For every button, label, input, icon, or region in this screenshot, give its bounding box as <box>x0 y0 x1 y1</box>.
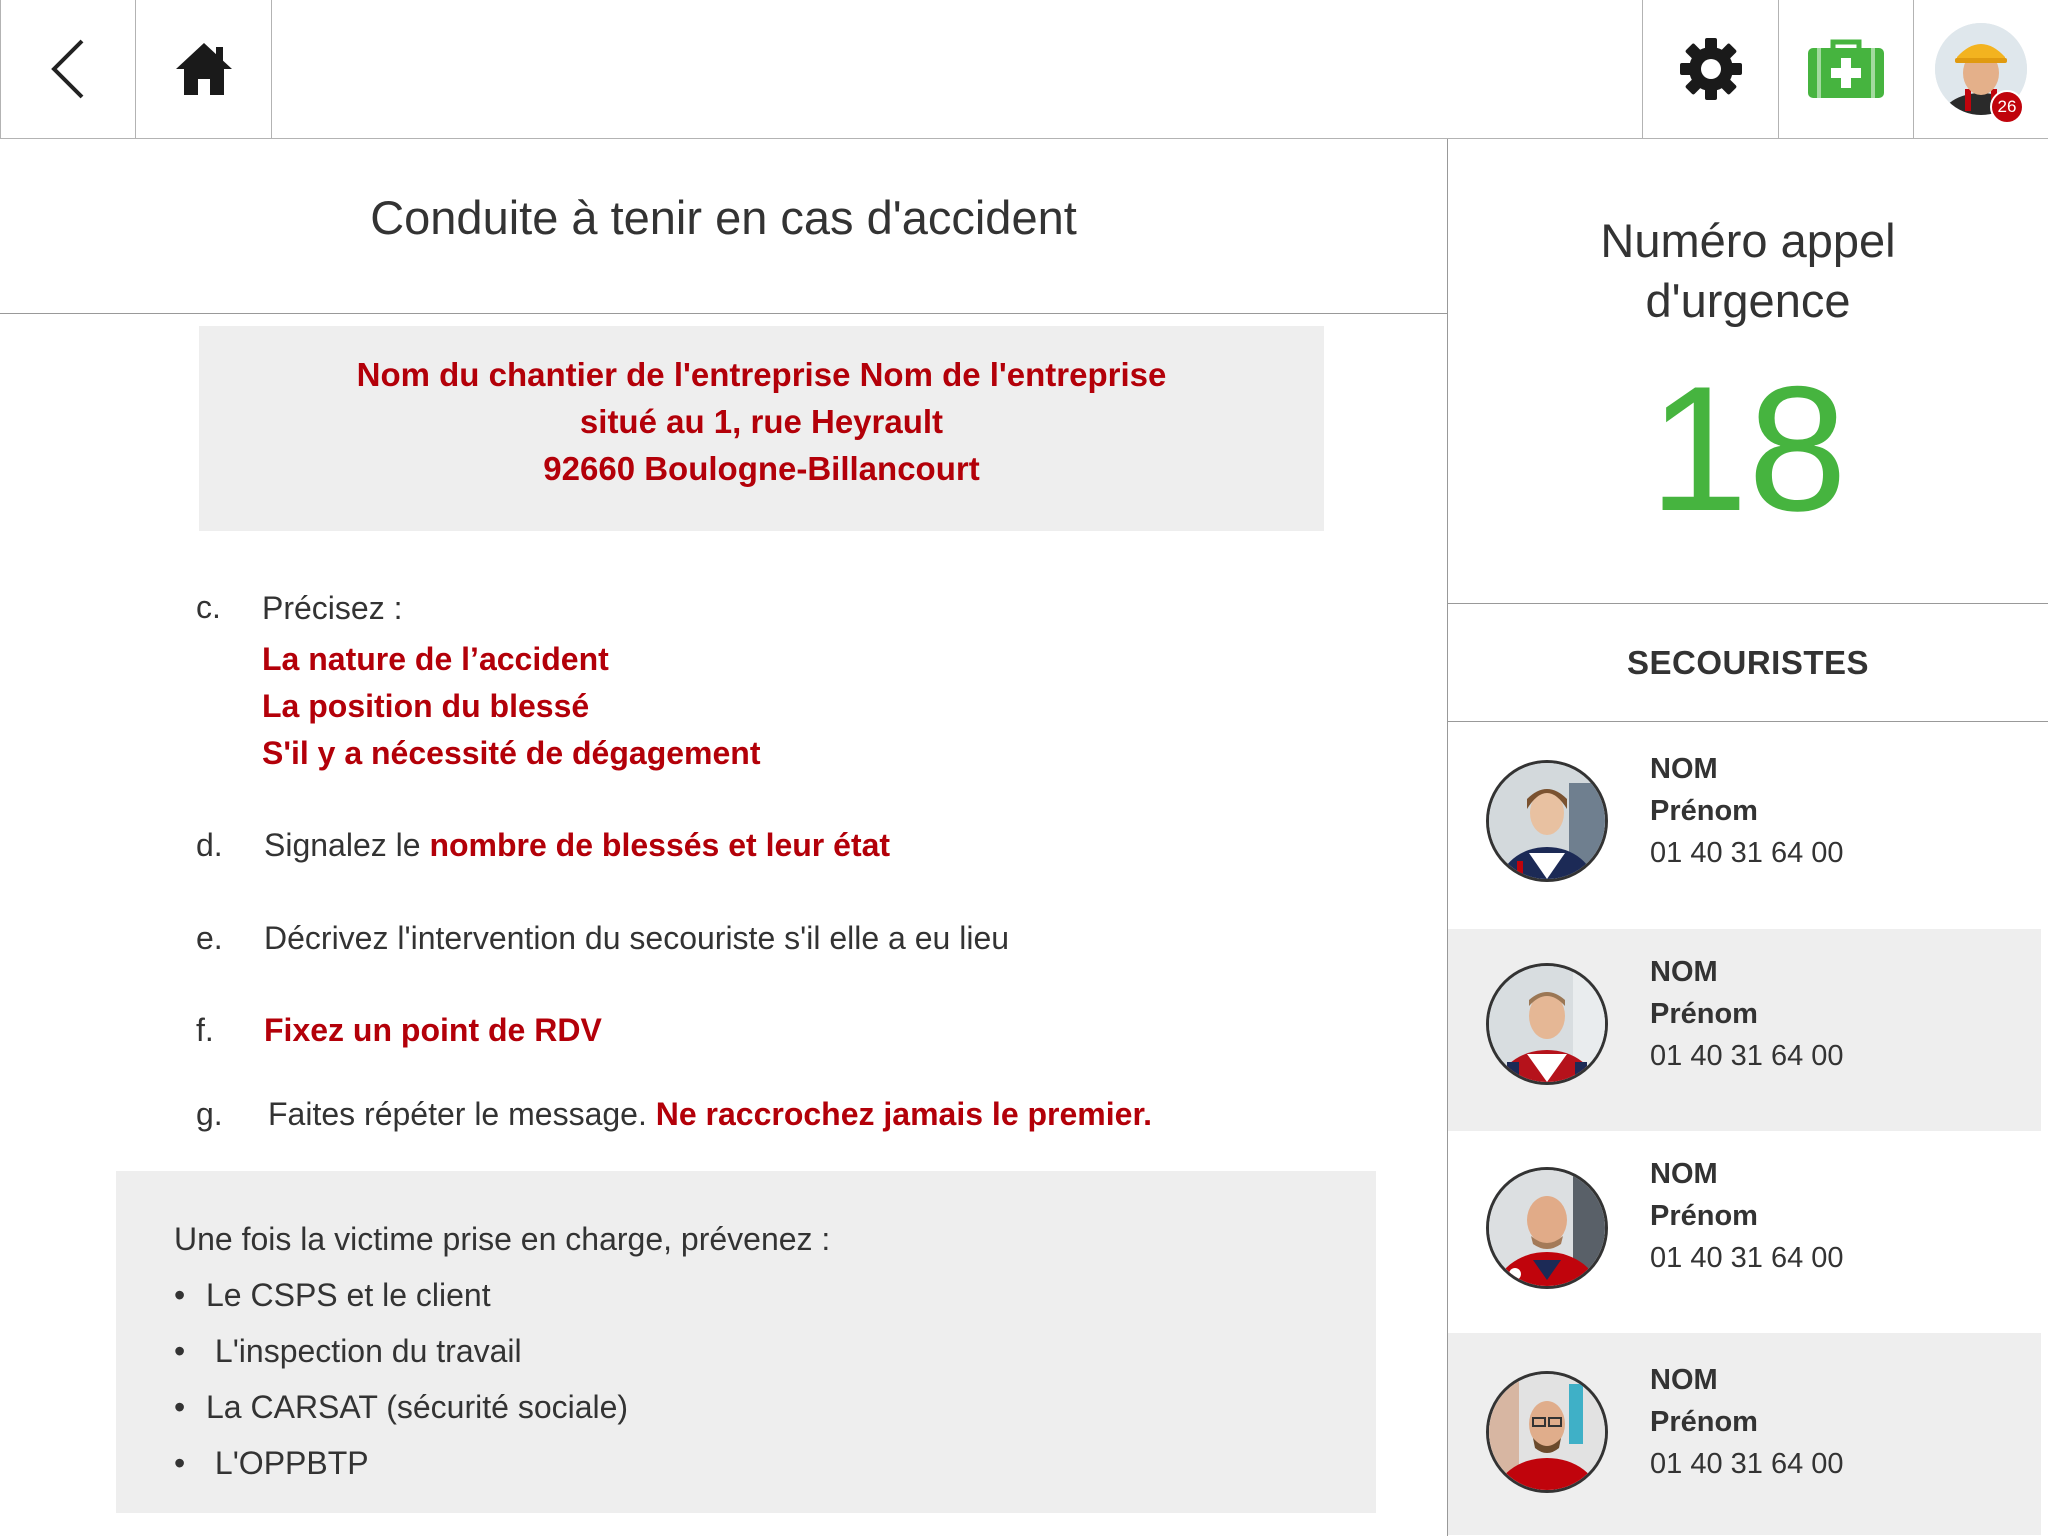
rescuer-name: NOM <box>1650 1364 1718 1396</box>
step-highlight: Ne raccrochez jamais le premier. <box>655 1096 1153 1132</box>
step-letter: c. <box>196 589 221 625</box>
site-name: Nom du chantier de l'entreprise Nom de l… <box>356 356 1167 393</box>
rescuers-heading: SECOURISTES <box>1448 604 2048 722</box>
rescuer-name: NOM <box>1650 956 1718 988</box>
chevron-left-icon <box>51 39 84 99</box>
rescuer-phone[interactable]: 01 40 31 64 00 <box>1650 1237 1844 1279</box>
rescuer-avatar <box>1486 963 1608 1085</box>
checklist-item-text: L'OPPBTP <box>206 1445 369 1481</box>
step-highlight: nombre de blessés et leur état <box>429 827 891 863</box>
checklist-item-text: Le CSPS et le client <box>206 1277 491 1313</box>
notification-checklist: Une fois la victime prise en charge, pré… <box>116 1171 1376 1513</box>
accident-procedure-panel: Conduite à tenir en cas d'accident Nom d… <box>0 139 1447 1536</box>
rescuer-avatar <box>1486 760 1608 882</box>
rescuer-card[interactable]: NOM Prénom 01 40 31 64 00 <box>1448 1333 2041 1535</box>
checklist-item: • La CARSAT (sécurité sociale) <box>174 1389 629 1425</box>
emergency-label-line1: Numéro appel <box>1600 214 1896 267</box>
step-highlight: Fixez un point de RDV <box>264 1012 602 1048</box>
step-text: Décrivez l'intervention du secouriste s'… <box>264 920 1010 956</box>
rescuer-firstname: Prénom <box>1650 1406 1758 1438</box>
rescuer-info: NOM Prénom 01 40 31 64 00 <box>1650 951 1844 1077</box>
step-letter: d. <box>196 827 223 863</box>
step-item: S'il y a nécessité de dégagement <box>262 735 761 771</box>
emergency-label: Numéro appel d'urgence <box>1448 211 2048 331</box>
step-item: La nature de l’accident <box>262 641 609 677</box>
checklist-item-text: La CARSAT (sécurité sociale) <box>206 1389 629 1425</box>
back-button[interactable] <box>0 0 136 138</box>
checklist-item: • Le CSPS et le client <box>174 1277 491 1313</box>
rescuer-card[interactable]: NOM Prénom 01 40 31 64 00 <box>1448 722 2041 924</box>
rescuer-name: NOM <box>1650 1158 1718 1190</box>
rescuer-firstname: Prénom <box>1650 998 1758 1030</box>
rescuer-info: NOM Prénom 01 40 31 64 00 <box>1650 1359 1844 1485</box>
rescuer-info: NOM Prénom 01 40 31 64 00 <box>1650 1153 1844 1279</box>
step-letter: g. <box>196 1096 223 1132</box>
rescuer-phone[interactable]: 01 40 31 64 00 <box>1650 832 1844 874</box>
step-text: Faites répéter le message. <box>268 1096 656 1132</box>
home-button[interactable] <box>136 0 272 138</box>
rescuer-phone[interactable]: 01 40 31 64 00 <box>1650 1443 1844 1485</box>
first-aid-button[interactable] <box>1778 0 1913 138</box>
side-panel: Numéro appel d'urgence 18 SECOURISTES NO… <box>1447 139 2048 1536</box>
checklist-item: • L'OPPBTP <box>174 1445 369 1481</box>
step-letter: e. <box>196 920 223 956</box>
checklist-item-text: L'inspection du travail <box>206 1333 522 1369</box>
home-icon <box>175 43 232 95</box>
rescuer-avatar <box>1486 1371 1608 1493</box>
step-letter: f. <box>196 1012 214 1048</box>
emergency-label-line2: d'urgence <box>1645 274 1851 327</box>
rescuer-avatar <box>1486 1167 1608 1289</box>
checklist-intro: Une fois la victime prise en charge, pré… <box>174 1221 831 1257</box>
rescuer-name: NOM <box>1650 753 1718 785</box>
step-text: Signalez le <box>264 827 430 863</box>
first-aid-kit-icon <box>1808 39 1884 98</box>
rescuer-phone[interactable]: 01 40 31 64 00 <box>1650 1035 1844 1077</box>
step-text: Précisez : <box>262 590 403 626</box>
notification-badge[interactable]: 26 <box>1990 90 2024 124</box>
settings-button[interactable] <box>1642 0 1778 138</box>
step-item: La position du blessé <box>262 688 590 724</box>
site-street: situé au 1, rue Heyrault <box>579 403 944 440</box>
site-city: 92660 Boulogne-Billancourt <box>543 450 980 487</box>
top-bar: 26 <box>0 0 2048 139</box>
emergency-number[interactable]: 18 <box>1448 349 2048 549</box>
rescuer-card[interactable]: NOM Prénom 01 40 31 64 00 <box>1448 929 2041 1131</box>
rescuer-card[interactable]: NOM Prénom 01 40 31 64 00 <box>1448 1131 2041 1333</box>
profile-button[interactable] <box>1913 0 2048 138</box>
emergency-number-card[interactable]: Numéro appel d'urgence 18 <box>1448 139 2048 604</box>
checklist-item: • L'inspection du travail <box>174 1333 522 1369</box>
gear-icon <box>1679 38 1742 100</box>
page-title: Conduite à tenir en cas d'accident <box>0 139 1447 314</box>
rescuer-firstname: Prénom <box>1650 1200 1758 1232</box>
rescuer-info: NOM Prénom 01 40 31 64 00 <box>1650 748 1844 874</box>
rescuer-firstname: Prénom <box>1650 795 1758 827</box>
site-address-box: Nom du chantier de l'entreprise Nom de l… <box>199 326 1324 531</box>
